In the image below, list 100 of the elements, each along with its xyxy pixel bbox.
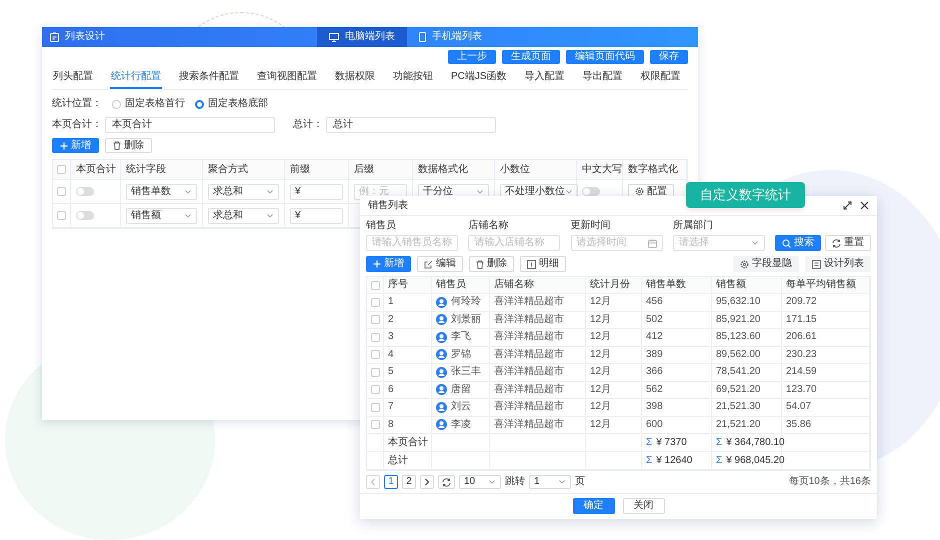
table-cell: 喜洋洋精品超市	[494, 314, 564, 326]
checkbox[interactable]	[371, 280, 380, 290]
view-tab[interactable]: 手机端列表	[407, 27, 494, 47]
reset-button[interactable]: 重置	[825, 235, 871, 251]
config-tab[interactable]: 导出配置	[582, 71, 624, 89]
config-tab[interactable]: 查询视图配置	[256, 71, 318, 89]
action-button[interactable]: 生成页面	[502, 50, 560, 64]
add-button[interactable]: 新增	[52, 138, 99, 153]
page-jump-select[interactable]: 1	[529, 475, 571, 489]
table-cell: 398	[646, 401, 663, 414]
table-cell: 喜洋洋精品超市	[494, 384, 564, 396]
page-size-select[interactable]: 10	[459, 475, 501, 489]
table-cell: 喜洋洋精品超市	[494, 296, 564, 308]
close-button[interactable]: 关闭	[622, 498, 664, 514]
table-cell: 12月	[590, 331, 612, 344]
detail-button[interactable]: 明细	[520, 256, 566, 272]
config-tab[interactable]: 功能按钮	[392, 71, 434, 89]
table-cell: 12月	[590, 296, 612, 308]
toggle-switch[interactable]	[76, 211, 94, 220]
table-cell: 54.07	[786, 401, 812, 414]
input-field[interactable]: ¥	[290, 184, 343, 200]
action-button[interactable]: 上一步	[448, 50, 496, 64]
config-tab[interactable]: 权限配置	[640, 71, 682, 89]
table-cell: 5	[388, 366, 394, 378]
table-cell: 1	[388, 296, 394, 308]
person-name: 李飞	[451, 331, 471, 344]
caret-icon	[266, 188, 274, 196]
expand-icon[interactable]	[843, 201, 852, 210]
select-field[interactable]: 销售额	[126, 208, 197, 224]
radio-button[interactable]	[195, 100, 204, 108]
table-cell: 8	[388, 418, 394, 431]
radio-button[interactable]	[112, 100, 121, 108]
action-button[interactable]: 编辑页面代码	[566, 50, 644, 64]
select-field[interactable]: 求总和	[208, 208, 279, 224]
table-cell: 21,521.30	[716, 401, 760, 414]
select-field[interactable]: 销售单数	[126, 184, 197, 200]
checkbox[interactable]	[57, 211, 66, 220]
checkbox[interactable]	[371, 315, 380, 324]
page-button[interactable]: 1	[384, 475, 398, 489]
config-tab[interactable]: 数据权限	[334, 71, 376, 89]
page-button[interactable]: 2	[402, 475, 416, 489]
checkbox[interactable]	[371, 368, 380, 377]
config-tab[interactable]: 列头配置	[52, 71, 94, 89]
config-tab[interactable]: 导入配置	[524, 71, 566, 89]
checkbox[interactable]	[371, 385, 380, 394]
input-field[interactable]: ¥	[290, 208, 343, 224]
checkbox[interactable]	[371, 350, 380, 360]
column-header: 小数位	[500, 164, 530, 176]
table-cell: 喜洋洋精品超市	[494, 331, 564, 344]
table-cell: 95,632.10	[716, 296, 760, 308]
previous-page-button[interactable]	[366, 475, 380, 489]
checkbox[interactable]	[371, 420, 380, 430]
table-cell: 3	[388, 331, 394, 344]
table-cell: 12月	[590, 366, 612, 378]
avatar-icon	[436, 296, 447, 308]
column-header: 本页合计	[76, 164, 116, 176]
jump-label: 跳转	[505, 476, 525, 488]
table-cell: 456	[646, 296, 663, 308]
checkbox[interactable]	[57, 165, 66, 174]
column-header: 每单平均销售额	[786, 279, 856, 291]
delete-button[interactable]: 删除	[469, 256, 514, 272]
page-unit: 页	[575, 476, 585, 488]
avatar-icon	[436, 419, 447, 430]
column-header: 统计字段	[126, 164, 166, 176]
toggle-switch[interactable]	[582, 187, 600, 196]
radio-option[interactable]: 固定表格底部	[195, 98, 268, 110]
radio-option[interactable]: 固定表格首行	[112, 98, 185, 110]
checkbox[interactable]	[371, 402, 380, 412]
add-button[interactable]: 新增	[366, 256, 411, 272]
column-header: 销售员	[436, 279, 466, 291]
action-button[interactable]: 保存	[650, 50, 688, 64]
config-tab[interactable]: PC端JS函数	[450, 71, 508, 89]
close-icon[interactable]	[860, 201, 869, 210]
person-name: 刘云	[451, 401, 471, 414]
config-tab[interactable]: 统计行配置	[110, 71, 162, 89]
person-name: 唐留	[451, 384, 471, 396]
input-field[interactable]: 总计	[326, 117, 496, 133]
summary-value: ¥ 364,780.10	[726, 436, 785, 448]
field-visibility-button[interactable]: 字段显隐	[733, 256, 799, 272]
field-label: 统计位置：	[52, 98, 102, 110]
input-field[interactable]: 本页合计	[105, 117, 275, 133]
checkbox[interactable]	[371, 332, 380, 342]
avatar-icon	[436, 332, 447, 343]
toggle-switch[interactable]	[76, 187, 94, 196]
table-cell: 69,521.20	[716, 384, 760, 396]
avatar-icon	[436, 314, 447, 326]
feature-badge: 自定义数字统计	[686, 182, 805, 208]
confirm-button[interactable]: 确定	[572, 498, 614, 514]
column-header: 序号	[388, 279, 408, 291]
refresh-button[interactable]	[438, 475, 455, 489]
design-button[interactable]: 设计列表	[805, 256, 871, 272]
edit-button[interactable]: 编辑	[417, 256, 463, 272]
delete-button[interactable]: 删除	[105, 138, 152, 153]
select-field[interactable]: 求总和	[208, 184, 279, 200]
view-tab[interactable]: 电脑端列表	[317, 27, 407, 47]
checkbox[interactable]	[57, 187, 66, 196]
config-tab[interactable]: 搜索条件配置	[178, 71, 240, 89]
checkbox[interactable]	[371, 298, 380, 307]
next-page-button[interactable]	[420, 475, 434, 489]
search-button[interactable]: 搜索	[775, 235, 821, 251]
